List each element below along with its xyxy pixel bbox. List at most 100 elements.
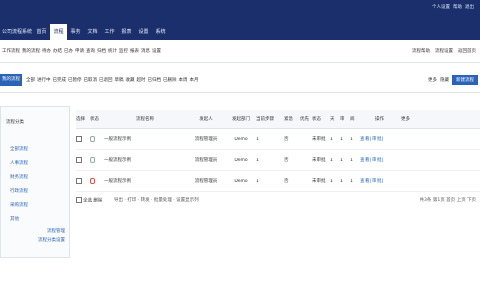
- filter-chip[interactable]: 已归档: [148, 77, 162, 83]
- filter-chip[interactable]: 已取消: [84, 77, 98, 83]
- table-row[interactable]: 一般流程示例 流程管理员 Demo 1 否 未审批 1 1 1 查看|审批|删: [76, 171, 480, 192]
- more-link[interactable]: 更多: [428, 77, 437, 83]
- col-name[interactable]: 流程名称: [104, 116, 186, 122]
- menu-right-item[interactable]: 流程帮助: [412, 48, 430, 54]
- filter-chip[interactable]: 全部: [26, 77, 35, 83]
- menu-item[interactable]: 待办: [42, 48, 51, 54]
- col-step[interactable]: 当前步骤: [256, 116, 284, 122]
- row-name[interactable]: 一般流程示例: [104, 136, 186, 142]
- filter-chip[interactable]: 本周: [179, 77, 188, 83]
- nav-tab-affairs[interactable]: 事务: [67, 24, 84, 40]
- sidebar-item[interactable]: 行政流程: [10, 185, 69, 199]
- profile-link[interactable]: 个人设置: [432, 4, 450, 10]
- checkbox-icon[interactable]: [76, 135, 82, 142]
- table-row[interactable]: 一般流程示例 流程管理员 Demo 1 否 未审批 1 1 1 查看|审批|删: [76, 150, 480, 171]
- menu-item[interactable]: 工作流程: [2, 48, 20, 54]
- footer-links[interactable]: 导出 · 打印 · 转发 · 批量处理 · 设置显示列: [114, 197, 264, 203]
- menu-item[interactable]: 办结: [53, 48, 62, 54]
- menu-item[interactable]: 归档: [97, 48, 106, 54]
- menu-item[interactable]: 统计: [108, 48, 117, 54]
- sidebar-footer: 流程管理 流程分类设置: [38, 227, 65, 245]
- row-actions[interactable]: 查看|审批|删: [360, 178, 384, 184]
- row-step: 1: [256, 136, 259, 142]
- hide-link[interactable]: 隐藏: [440, 77, 449, 83]
- row-checkbox[interactable]: [76, 156, 90, 164]
- category-settings-link[interactable]: 流程分类设置: [38, 236, 65, 245]
- col-status[interactable]: 状态: [312, 116, 330, 122]
- menu-item[interactable]: 申请: [75, 48, 84, 54]
- menu-right-item[interactable]: 流程设置: [435, 48, 453, 54]
- row-actions[interactable]: 查看|审批|删: [360, 157, 384, 163]
- row-days: 1: [330, 178, 333, 184]
- logout-link[interactable]: 退出: [465, 4, 474, 10]
- sidebar-item[interactable]: 财务流程: [10, 171, 69, 185]
- row-read: 1: [350, 178, 353, 184]
- sidebar-item[interactable]: 人事流程: [10, 157, 69, 171]
- filter-chip[interactable]: 已暂停: [68, 77, 82, 83]
- menu-item[interactable]: 报表: [130, 48, 139, 54]
- filter-chip[interactable]: 进行中: [37, 77, 51, 83]
- row-name[interactable]: 一般流程示例: [104, 157, 186, 163]
- footer-select[interactable]: 全选 删除: [76, 196, 114, 203]
- row-checkbox[interactable]: [76, 177, 90, 185]
- nav-tab-docs[interactable]: 文档: [84, 24, 101, 40]
- col-read[interactable]: 阅: [350, 116, 360, 122]
- menu-right: 流程帮助 流程设置 返回首页: [410, 44, 476, 58]
- sidebar-item[interactable]: 采购流程: [10, 199, 69, 213]
- col-more[interactable]: 更多: [384, 116, 410, 122]
- row-dept: Demo: [234, 178, 248, 184]
- nav-tab-settings[interactable]: 设置: [135, 24, 152, 40]
- nav-tab-home[interactable]: 首页: [33, 24, 50, 40]
- col-select[interactable]: 选择: [76, 116, 90, 122]
- menu-item[interactable]: 查询: [86, 48, 95, 54]
- checkbox-icon[interactable]: [76, 177, 82, 184]
- col-approve[interactable]: 审: [340, 116, 350, 122]
- menu-item[interactable]: 我的流程: [22, 48, 40, 54]
- col-actions[interactable]: 操作: [360, 116, 384, 122]
- menu-item[interactable]: 设置: [152, 48, 161, 54]
- col-state[interactable]: 状态: [90, 116, 104, 122]
- manage-link[interactable]: 流程管理: [38, 227, 65, 236]
- row-urgent: 否: [284, 158, 289, 163]
- filter-chip[interactable]: 已删除: [163, 77, 177, 83]
- nav-tab-work[interactable]: 工作: [101, 24, 118, 40]
- app-brand[interactable]: 公司流程系统: [2, 24, 32, 40]
- filter-chip[interactable]: 超时: [137, 77, 146, 83]
- col-dept[interactable]: 发起部门: [226, 116, 256, 122]
- pagination[interactable]: 共3条 第1页 首页 上页 下页: [420, 197, 476, 203]
- col-priority[interactable]: 优先: [300, 116, 312, 122]
- divider: [0, 92, 480, 93]
- filter-chip[interactable]: 已完成: [53, 77, 67, 83]
- checkbox-icon[interactable]: [76, 196, 82, 203]
- checkbox-icon[interactable]: [76, 156, 82, 163]
- col-initiator[interactable]: 发起人: [186, 116, 226, 122]
- filter-chip[interactable]: 草稿: [115, 77, 124, 83]
- row-name[interactable]: 一般流程示例: [104, 178, 186, 184]
- col-urgent[interactable]: 紧急: [284, 116, 300, 122]
- row-checkbox[interactable]: [76, 135, 90, 143]
- row-status: 未审批: [312, 158, 326, 163]
- row-initiator: 流程管理员: [194, 158, 218, 163]
- table-row[interactable]: 一般流程示例 流程管理员 Demo 1 否 未审批 1 1 1 查看|审批|删: [76, 129, 480, 150]
- new-workflow-button[interactable]: 新建流程: [452, 75, 478, 85]
- filter-chip[interactable]: 本月: [190, 77, 199, 83]
- col-days[interactable]: 天: [330, 116, 340, 122]
- filter-chip[interactable]: 收藏: [126, 77, 135, 83]
- sidebar-item[interactable]: 全部流程: [10, 143, 69, 157]
- top-links: 个人设置 帮助 退出: [432, 4, 474, 10]
- nav-tab-workflow[interactable]: 流程: [50, 24, 67, 40]
- menu-item[interactable]: 监控: [119, 48, 128, 54]
- footer-select-label[interactable]: 全选 删除: [83, 198, 102, 203]
- filter-chip[interactable]: 已退回: [99, 77, 113, 83]
- current-view-tag[interactable]: 我的流程: [0, 74, 22, 86]
- menu-right-item[interactable]: 返回首页: [458, 48, 476, 54]
- nav-tab-system[interactable]: 系统: [152, 24, 169, 40]
- help-link[interactable]: 帮助: [453, 4, 462, 10]
- function-menu: 工作流程 我的流程 待办 办结 已办 申请 查询 归档 统计 监控 报表 消息 …: [0, 44, 480, 58]
- menu-item[interactable]: 已办: [64, 48, 73, 54]
- row-actions[interactable]: 查看|审批|删: [360, 136, 384, 142]
- nav-tab-reports[interactable]: 报表: [118, 24, 135, 40]
- sidebar-item[interactable]: 其他: [10, 213, 69, 227]
- menu-item[interactable]: 消息: [141, 48, 150, 54]
- row-dept: Demo: [234, 157, 248, 163]
